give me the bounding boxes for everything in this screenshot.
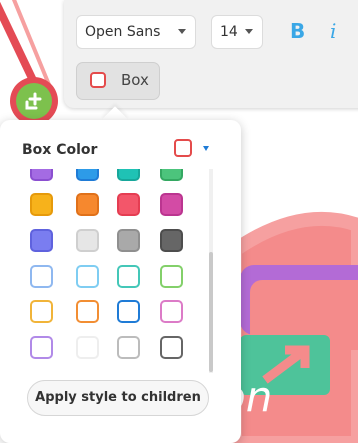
color-dropdown-preview[interactable]	[174, 139, 192, 157]
color-swatch[interactable]	[76, 300, 99, 323]
color-swatch[interactable]	[76, 265, 99, 288]
color-swatch[interactable]	[30, 336, 53, 359]
add-child-icon	[25, 92, 42, 110]
color-swatch[interactable]	[30, 193, 53, 216]
font-family-value: Open Sans	[85, 24, 161, 40]
apply-style-to-children-button[interactable]: Apply style to children	[27, 380, 209, 416]
box-style-button[interactable]: Box	[76, 62, 160, 100]
color-swatch[interactable]	[76, 229, 99, 252]
format-toolbar: Open Sans 14 B i Box	[64, 0, 358, 108]
box-color-icon	[90, 72, 106, 88]
font-size-value: 14	[220, 24, 238, 40]
color-swatch[interactable]	[117, 300, 140, 323]
color-swatch[interactable]	[160, 265, 183, 288]
color-swatch-grid	[20, 169, 206, 373]
font-family-select[interactable]: Open Sans	[76, 15, 196, 49]
color-swatch[interactable]	[30, 265, 53, 288]
color-swatch[interactable]	[117, 265, 140, 288]
color-swatch[interactable]	[76, 336, 99, 359]
bold-button[interactable]: B	[290, 19, 305, 43]
color-swatch[interactable]	[30, 300, 53, 323]
color-swatch[interactable]	[160, 229, 183, 252]
add-child-button[interactable]	[10, 77, 58, 125]
color-swatch[interactable]	[30, 229, 53, 252]
chevron-down-icon	[178, 29, 186, 34]
popup-title: Box Color	[22, 142, 98, 158]
color-swatch[interactable]	[160, 193, 183, 216]
color-swatch[interactable]	[76, 169, 99, 181]
color-swatch[interactable]	[117, 169, 140, 181]
color-swatch[interactable]	[30, 169, 53, 181]
add-icon	[16, 83, 52, 119]
color-swatch[interactable]	[117, 336, 140, 359]
color-swatch[interactable]	[160, 169, 183, 181]
chevron-down-icon	[245, 29, 253, 34]
color-swatch[interactable]	[117, 193, 140, 216]
chevron-down-icon[interactable]	[203, 146, 209, 151]
box-color-popup: Box Color Apply style to children	[0, 120, 241, 443]
font-size-select[interactable]: 14	[211, 15, 263, 49]
italic-button[interactable]: i	[330, 19, 336, 43]
color-swatch[interactable]	[160, 300, 183, 323]
color-swatch[interactable]	[160, 336, 183, 359]
scrollbar-thumb[interactable]	[209, 252, 213, 372]
color-swatch[interactable]	[117, 229, 140, 252]
box-style-label: Box	[121, 71, 149, 89]
color-swatch[interactable]	[76, 193, 99, 216]
